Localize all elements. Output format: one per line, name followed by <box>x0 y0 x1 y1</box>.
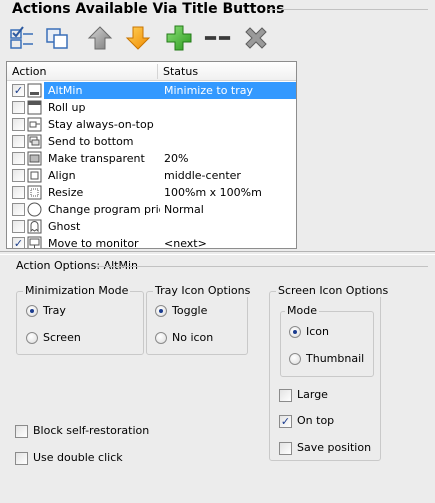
list-header: Action Status <box>7 62 296 81</box>
screen-radio-dot <box>26 332 38 344</box>
tray-icon-options-group: Tray Icon Options Toggle No icon <box>146 284 253 355</box>
list-item[interactable]: ✓ AltMin Minimize to tray <box>7 82 296 99</box>
column-header-status[interactable]: Status <box>158 62 296 81</box>
delete-button[interactable] <box>242 24 270 52</box>
rollup-icon <box>27 100 42 115</box>
row-action: AltMin <box>48 84 83 97</box>
row-action: Move to monitor <box>48 237 139 249</box>
screen-icon-options-label: Screen Icon Options <box>276 284 391 297</box>
mode-label: Mode <box>285 304 319 317</box>
page-title: Actions Available Via Title Buttons <box>12 1 285 17</box>
duplicate-button[interactable] <box>44 24 72 52</box>
title-divider <box>268 9 428 10</box>
altmin-icon <box>27 83 42 98</box>
row-action: Roll up <box>48 101 86 114</box>
row-action: Send to bottom <box>48 135 134 148</box>
add-button[interactable] <box>165 24 193 52</box>
list-item[interactable]: Send to bottom <box>7 133 296 150</box>
row-status: 20% <box>164 152 189 165</box>
options-divider <box>96 266 428 267</box>
row-checkbox[interactable] <box>12 186 25 199</box>
row-action: Ghost <box>48 220 81 233</box>
block-self-restoration-box <box>15 425 28 438</box>
add-separator-button[interactable] <box>204 24 232 52</box>
row-checkbox[interactable] <box>12 220 25 233</box>
on-top-checkbox-box: ✓ <box>279 415 292 428</box>
row-status: <next> <box>164 237 207 249</box>
resize-icon <box>27 185 42 200</box>
move-up-button[interactable] <box>86 24 114 52</box>
large-checkbox-box <box>279 389 292 402</box>
window-stack-icon <box>46 28 68 49</box>
row-action: Resize <box>48 186 84 199</box>
screen-icon-options-group: Screen Icon Options Mode Icon Thumbnail … <box>269 284 391 461</box>
move-down-button[interactable] <box>124 24 152 52</box>
actions-list[interactable]: Action Status ✓ AltMin Minimize to tray Rol… <box>6 61 297 249</box>
row-checkbox[interactable] <box>12 118 25 131</box>
row-checkbox[interactable] <box>12 152 25 165</box>
row-status: 100%m x 100%m <box>164 186 262 199</box>
select-all-button[interactable] <box>8 24 36 52</box>
no-icon-radio-dot <box>155 332 167 344</box>
tray-icon-options-label: Tray Icon Options <box>153 284 253 297</box>
row-status: middle-center <box>164 169 241 182</box>
list-item[interactable]: Roll up <box>7 99 296 116</box>
minimization-mode-group: Minimization Mode Tray Screen <box>16 284 144 355</box>
ghost-icon <box>27 219 42 234</box>
row-checkbox[interactable] <box>12 135 25 148</box>
row-status: Normal <box>164 203 204 216</box>
icon-radio-dot <box>289 326 301 338</box>
monitor-icon <box>27 236 42 248</box>
row-checkbox[interactable] <box>12 169 25 182</box>
arrow-up-icon <box>87 26 113 50</box>
list-item[interactable]: Align middle-center <box>7 167 296 184</box>
align-icon <box>27 168 42 183</box>
send-bottom-icon <box>27 134 42 149</box>
row-checkbox[interactable] <box>12 203 25 216</box>
row-action: Change program prio... <box>48 203 160 216</box>
row-checkbox[interactable] <box>12 101 25 114</box>
arrow-down-icon <box>125 26 151 50</box>
list-item[interactable]: Stay always-on-top <box>7 116 296 133</box>
splitter[interactable] <box>0 251 435 255</box>
pin-icon <box>27 117 42 132</box>
mode-group: Mode Icon Thumbnail <box>280 304 374 377</box>
transparent-icon <box>27 151 42 166</box>
section-header: Actions Available Via Title Buttons <box>0 0 435 20</box>
thumbnail-radio-dot <box>289 353 301 365</box>
row-action: Make transparent <box>48 152 145 165</box>
list-item[interactable]: Resize 100%m x 100%m <box>7 184 296 201</box>
list-item[interactable]: Make transparent 20% <box>7 150 296 167</box>
row-action: Align <box>48 169 76 182</box>
list-item[interactable]: Ghost <box>7 218 296 235</box>
row-action: Stay always-on-top <box>48 118 154 131</box>
list-item[interactable]: Change program prio... Normal <box>7 201 296 218</box>
priority-icon <box>27 202 42 217</box>
row-status: Minimize to tray <box>164 84 254 97</box>
row-checkbox[interactable]: ✓ <box>12 84 25 97</box>
column-header-action[interactable]: Action <box>7 62 157 81</box>
save-position-checkbox-box <box>279 442 292 455</box>
toggle-radio-dot <box>155 305 167 317</box>
minimization-mode-label: Minimization Mode <box>23 284 131 297</box>
separator-icon <box>204 36 231 40</box>
tray-radio-dot <box>26 305 38 317</box>
row-checkbox[interactable]: ✓ <box>12 237 25 248</box>
use-double-click-box <box>15 452 28 465</box>
delete-icon <box>245 27 267 49</box>
checklist-icon <box>10 26 33 49</box>
list-item[interactable]: ✓ Move to monitor <next> <box>7 235 296 249</box>
plus-icon <box>166 25 192 51</box>
